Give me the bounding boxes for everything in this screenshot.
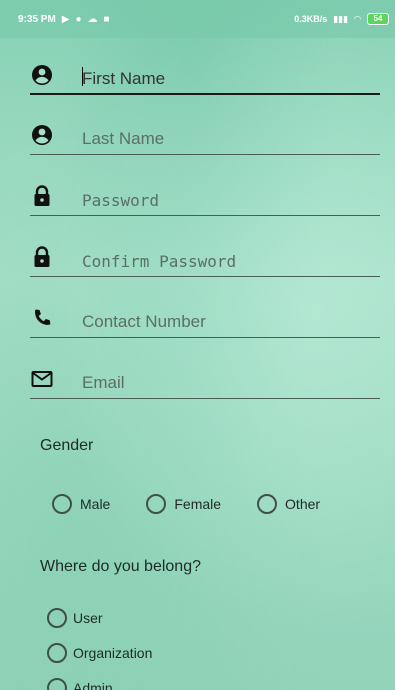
gender-label: Gender xyxy=(40,437,94,454)
radio-label: Male xyxy=(80,496,111,512)
password-underline xyxy=(30,215,380,216)
first-name-field xyxy=(30,55,380,95)
belong-radio-group: User Organization Admin xyxy=(47,608,152,690)
confirm-password-input[interactable] xyxy=(82,237,380,277)
first-name-input[interactable] xyxy=(82,55,380,95)
bag-icon: ■ xyxy=(103,13,110,25)
account-circle-icon xyxy=(30,123,54,147)
lock-icon xyxy=(30,245,54,269)
status-time: 9:35 PM xyxy=(18,13,56,25)
gender-option-other[interactable]: Other xyxy=(257,494,320,514)
radio-label: Female xyxy=(174,496,222,512)
email-field xyxy=(30,359,380,399)
wifi-icon: ◠ xyxy=(354,13,361,24)
last-name-input[interactable] xyxy=(82,115,380,155)
text-caret xyxy=(82,67,83,86)
last-name-underline xyxy=(30,154,380,155)
confirm-password-field xyxy=(30,237,380,277)
confirm-password-underline xyxy=(30,276,380,277)
radio-label: Organization xyxy=(73,645,153,661)
chat-icon: ● xyxy=(75,13,82,25)
radio-label: User xyxy=(73,610,103,626)
lock-icon xyxy=(30,184,54,208)
contact-number-field xyxy=(30,298,380,338)
mail-icon xyxy=(30,367,54,391)
radio-circle[interactable] xyxy=(257,494,278,514)
signal-icon: ▮▮▮ xyxy=(333,13,349,24)
radio-circle[interactable] xyxy=(146,494,167,514)
password-field xyxy=(30,176,380,216)
status-bar: 9:35 PM ▶ ● ☁ ■ 0.3KB/s ▮▮▮ ◠ 54 xyxy=(0,0,395,38)
battery-icon: 54 xyxy=(367,13,389,25)
network-speed: 0.3KB/s xyxy=(294,14,328,24)
belong-label: Where do you belong? xyxy=(40,558,201,575)
password-input[interactable] xyxy=(82,176,380,216)
last-name-field xyxy=(30,115,380,155)
first-name-underline xyxy=(30,93,380,95)
radio-circle[interactable] xyxy=(52,494,72,514)
gender-option-male[interactable]: Male xyxy=(52,494,110,514)
status-left: 9:35 PM ▶ ● ☁ ■ xyxy=(18,14,110,25)
contact-number-input[interactable] xyxy=(82,298,380,338)
radio-label: Admin xyxy=(73,680,113,690)
account-circle-icon xyxy=(30,63,54,87)
radio-circle[interactable] xyxy=(47,678,67,690)
status-right: 0.3KB/s ▮▮▮ ◠ 54 xyxy=(294,13,389,25)
phone-icon xyxy=(30,306,54,330)
email-input[interactable] xyxy=(82,359,380,399)
gender-option-female[interactable]: Female xyxy=(146,494,221,514)
radio-circle[interactable] xyxy=(47,608,67,628)
radio-label: Other xyxy=(285,496,321,512)
radio-circle[interactable] xyxy=(47,643,67,663)
email-underline xyxy=(30,398,380,399)
play-icon: ▶ xyxy=(61,13,70,25)
belong-option-admin[interactable]: Admin xyxy=(47,678,152,690)
gender-radio-group: Male Female Other xyxy=(52,494,320,514)
cloud-icon: ☁ xyxy=(87,13,98,25)
belong-option-organization[interactable]: Organization xyxy=(47,643,152,663)
belong-option-user[interactable]: User xyxy=(47,608,152,628)
contact-number-underline xyxy=(30,337,380,338)
